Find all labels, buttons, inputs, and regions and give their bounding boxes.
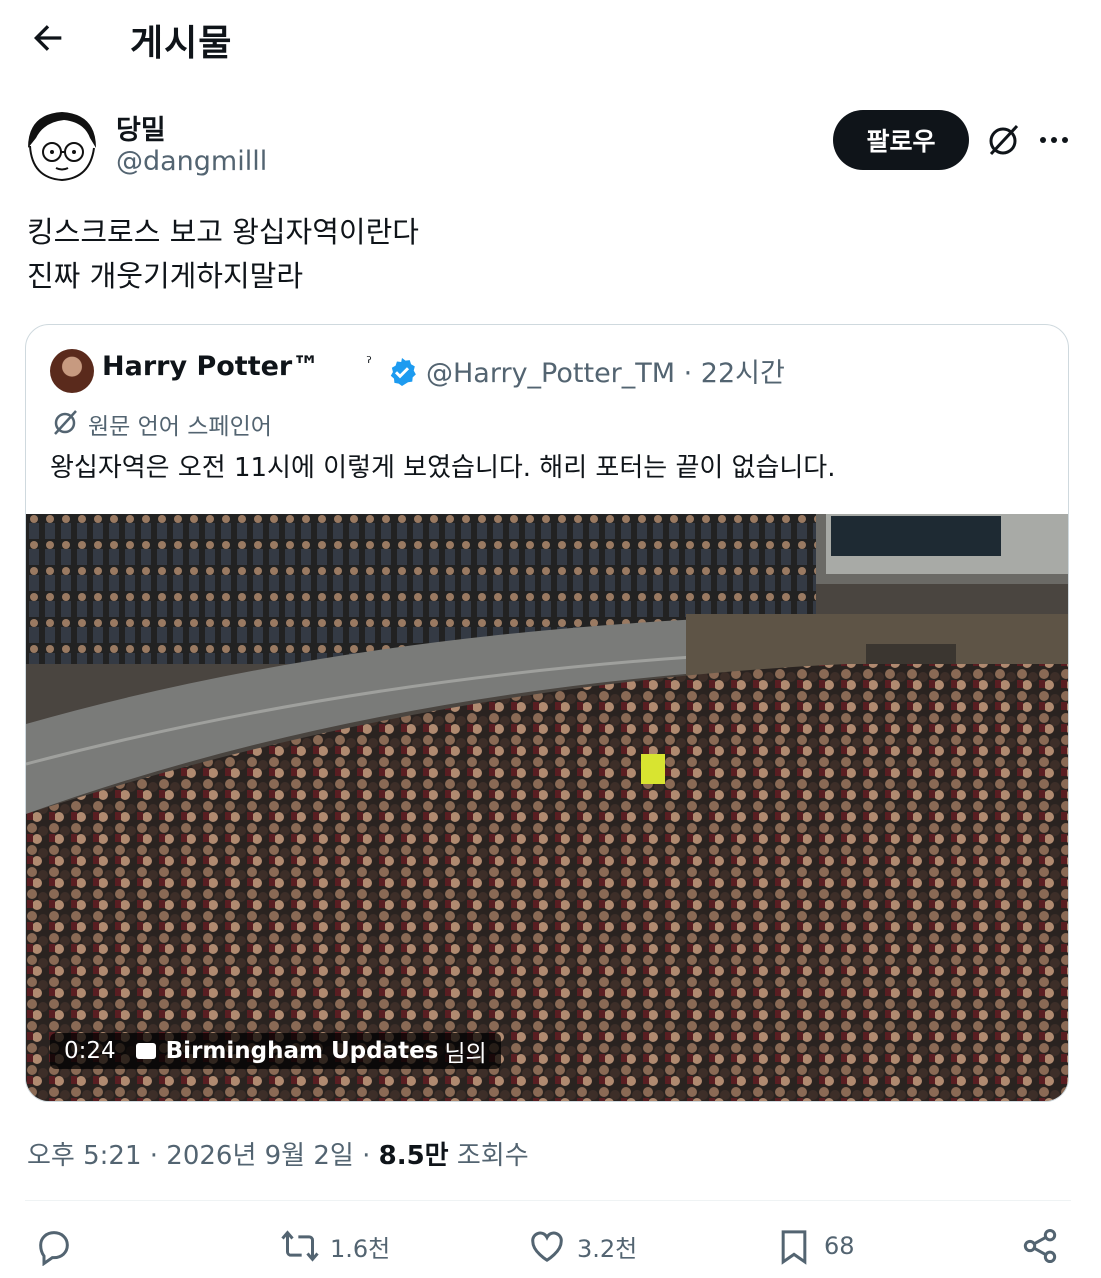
avatar[interactable] [24,108,100,184]
verified-icon [390,358,416,386]
like-icon [531,1231,563,1262]
post-timestamp[interactable]: 오후 5:21 · 2026년 9월 2일 · [27,1141,379,1171]
video-duration: 0:24 [64,1038,116,1064]
video-source-badge[interactable]: 0:24 Birmingham Updates 님의 [50,1033,501,1069]
views-count: 8.5만 [378,1141,449,1171]
more-icon[interactable] [1034,120,1074,160]
post-text-line: 킹스크로스 보고 왕십자역이란다 [27,215,419,249]
grok-icon[interactable] [983,120,1023,160]
post-text: 킹스크로스 보고 왕십자역이란다 진짜 개웃기게하지말라 [27,210,419,298]
video-source[interactable]: Birmingham Updates [166,1038,439,1064]
author-display-name[interactable]: 당밀 [116,108,166,147]
page-title: 게시물 [130,23,233,64]
quote-handle-time[interactable]: @Harry_Potter_TM · 22시간 [426,351,785,390]
header: 게시물 [0,0,1101,76]
action-bar: 1.6천 3.2천 68 [0,1220,1101,1276]
back-arrow-icon[interactable] [28,18,68,58]
divider [25,1200,1071,1201]
share-button[interactable] [1020,1226,1060,1266]
quote-text: 왕십자역은 오전 11시에 이렇게 보였습니다. 해리 포터는 끝이 없습니다. [50,453,836,483]
like-button[interactable]: 3.2천 [527,1226,637,1266]
retweet-icon [281,1230,319,1262]
quote-avatar[interactable] [50,349,94,393]
translate-icon [54,410,77,435]
sparkle-icon: ˀ [366,353,372,372]
author-handle[interactable]: @dangmilll [116,146,267,177]
retweet-count: 1.6천 [330,1234,391,1263]
post-meta: 오후 5:21 · 2026년 9월 2일 · 8.5만 조회수 [27,1135,529,1172]
reply-button[interactable] [34,1226,74,1266]
share-icon [1023,1229,1057,1263]
video-frame [26,514,1068,1101]
bookmark-button[interactable]: 68 [774,1226,855,1266]
quote-author-name[interactable]: Harry Potter™ [102,351,319,382]
retweet-button[interactable]: 1.6천 [280,1226,390,1266]
bookmark-count: 68 [824,1232,855,1260]
bookmark-icon [781,1230,807,1265]
translation-note[interactable]: 원문 언어 스페인어 [88,407,272,441]
video-player[interactable]: 0:24 Birmingham Updates 님의 [26,514,1068,1101]
quoted-post[interactable]: Harry Potter™ ˀ @Harry_Potter_TM · 22시간 … [25,324,1069,1102]
video-source-suffix: 님의 [444,1041,487,1067]
follow-button[interactable]: 팔로우 [833,110,969,170]
post-text-line: 진짜 개웃기게하지말라 [27,259,304,293]
source-icon [135,1043,156,1059]
reply-icon [39,1231,69,1266]
views-label: 조회수 [448,1141,529,1171]
like-count: 3.2천 [577,1234,638,1263]
